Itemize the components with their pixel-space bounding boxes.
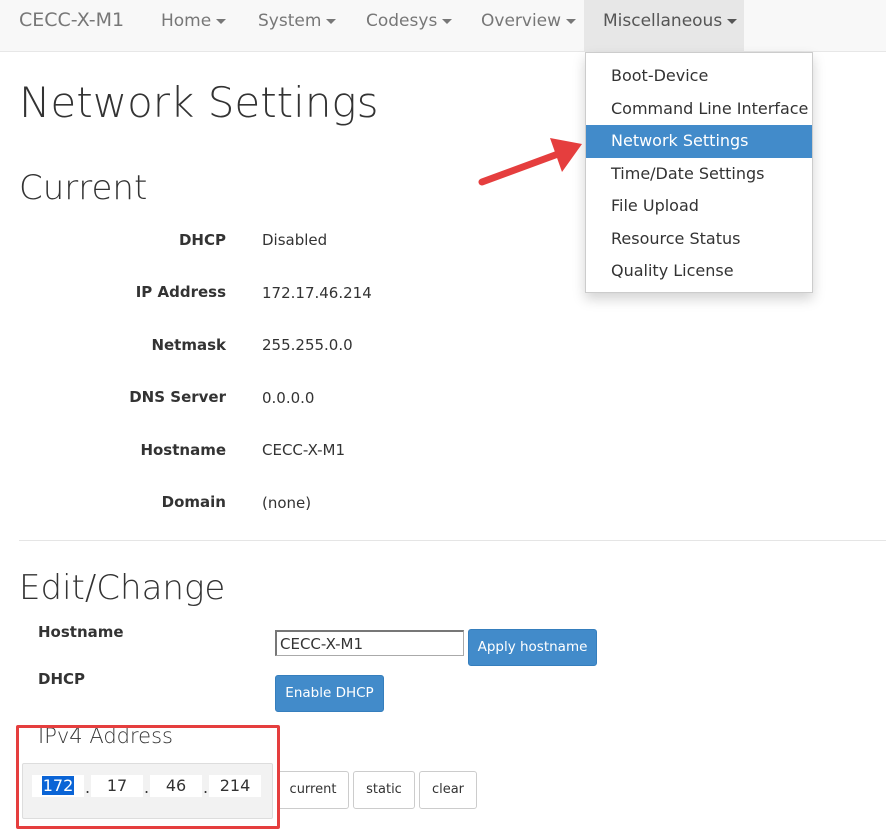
ip-octet-1-value: 172 [41, 776, 75, 795]
domain-label: Domain [161, 493, 226, 511]
ip-static-button[interactable]: static [353, 771, 415, 809]
menu-item-boot-device[interactable]: Boot-Device [586, 60, 812, 93]
dns-server-label: DNS Server [129, 388, 226, 406]
ip-dot: . [203, 778, 209, 797]
caret-down-icon [326, 18, 337, 24]
hostname-input[interactable] [275, 630, 464, 656]
ip-octet-3-input[interactable]: 46 [150, 775, 202, 797]
miscellaneous-dropdown-menu: Boot-Device Command Line Interface Netwo… [585, 52, 813, 293]
dhcp-label: DHCP [178, 231, 226, 249]
ipv4-address-input-group: 172 . 17 . 46 . 214 [22, 763, 273, 819]
edit-heading: Edit/Change [19, 568, 226, 608]
nav-overview-label: Overview [481, 11, 562, 31]
ip-octet-4-input[interactable]: 214 [209, 775, 261, 797]
ip-current-button[interactable]: current [277, 771, 349, 809]
menu-item-quality-license[interactable]: Quality License [586, 255, 812, 288]
top-navbar: CECC-X-M1 Home System Codesys Overview M… [0, 0, 886, 52]
caret-down-icon [566, 18, 577, 24]
menu-item-network-settings[interactable]: Network Settings [586, 125, 812, 158]
nav-codesys[interactable]: Codesys [366, 0, 453, 52]
ip-octet-1-input[interactable]: 172 [32, 775, 84, 797]
nav-codesys-label: Codesys [366, 11, 438, 31]
hostname-label: Hostname [140, 441, 226, 459]
page-title: Network Settings [19, 78, 379, 127]
ip-address-value: 172.17.46.214 [262, 284, 372, 302]
current-heading: Current [19, 168, 148, 208]
nav-system[interactable]: System [258, 0, 337, 52]
nav-miscellaneous[interactable]: Miscellaneous [584, 0, 744, 52]
brand-title[interactable]: CECC-X-M1 [19, 9, 124, 31]
ip-dot: . [85, 778, 91, 797]
edit-dhcp-label: DHCP [38, 670, 86, 688]
hostname-value: CECC-X-M1 [262, 441, 345, 459]
caret-down-icon [727, 18, 738, 24]
nav-home-label: Home [161, 11, 212, 31]
nav-miscellaneous-label: Miscellaneous [603, 11, 723, 31]
dns-server-value: 0.0.0.0 [262, 389, 315, 407]
menu-item-command-line-interface[interactable]: Command Line Interface [586, 93, 812, 126]
dhcp-value: Disabled [262, 231, 328, 249]
ip-dot: . [144, 778, 150, 797]
apply-hostname-button[interactable]: Apply hostname [468, 629, 597, 666]
nav-system-label: System [258, 11, 322, 31]
caret-down-icon [442, 18, 453, 24]
annotation-arrow-icon [478, 138, 582, 186]
menu-item-time-date-settings[interactable]: Time/Date Settings [586, 158, 812, 191]
menu-item-resource-status[interactable]: Resource Status [586, 223, 812, 256]
ip-octet-2-input[interactable]: 17 [91, 775, 143, 797]
nav-overview[interactable]: Overview [481, 0, 577, 52]
edit-hostname-label: Hostname [38, 623, 124, 641]
section-divider [19, 540, 886, 541]
nav-home[interactable]: Home [161, 0, 227, 52]
ip-address-label: IP Address [135, 283, 226, 301]
ipv4-address-heading: IPv4 Address [38, 724, 173, 748]
netmask-label: Netmask [151, 336, 226, 354]
menu-item-file-upload[interactable]: File Upload [586, 190, 812, 223]
domain-value: (none) [262, 494, 312, 512]
netmask-value: 255.255.0.0 [262, 336, 353, 354]
enable-dhcp-button[interactable]: Enable DHCP [275, 675, 384, 712]
ip-clear-button[interactable]: clear [419, 771, 477, 809]
caret-down-icon [216, 18, 227, 24]
